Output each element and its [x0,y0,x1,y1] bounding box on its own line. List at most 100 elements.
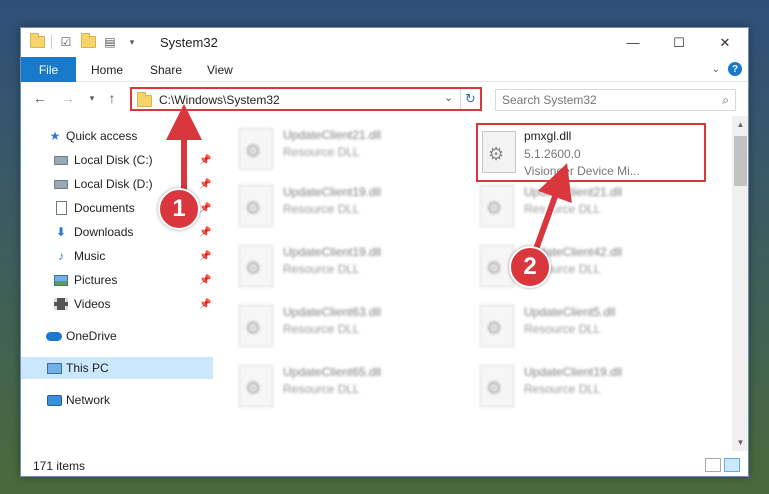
status-bar: 171 items [21,454,748,476]
sidebar-item-quick-access[interactable]: ★ Quick access [21,125,213,147]
chevron-down-icon[interactable]: ▾ [124,34,140,50]
forward-arrow-icon[interactable]: → [59,89,77,107]
list-item[interactable]: ⚙ UpdateClient21.dll Resource DLL [480,183,710,233]
vertical-scrollbar[interactable]: ▲ ▼ [732,116,748,451]
sidebar-item-local-disk-c[interactable]: Local Disk (C:) 📌 [21,149,213,171]
sidebar-item-label: OneDrive [66,329,117,343]
file-name: pmxgl.dll [524,129,572,143]
address-path[interactable]: C:\Windows\System32 [159,93,280,107]
selected-file-item[interactable]: ⚙ pmxgl.dll 5.1.2600.0 Visioneer Device … [476,123,706,182]
list-item[interactable]: ⚙ UpdateClient5.dll Resource DLL [480,303,710,353]
file-version: 5.1.2600.0 [524,147,581,161]
sidebar-item-network[interactable]: Network [21,389,213,411]
back-arrow-icon[interactable]: ← [31,89,49,107]
scroll-down-icon[interactable]: ▼ [732,434,748,451]
list-item[interactable]: ⚙ UpdateClient19.dll Resource DLL [480,363,710,413]
tiles-view-icon[interactable] [724,458,740,472]
sidebar-item-label: Music [74,249,106,263]
dll-file-icon: ⚙ [239,128,273,170]
title-bar: ☑ ▤ ▾ System32 — ☐ ✕ [21,28,748,57]
star-icon: ★ [49,129,61,143]
list-item[interactable]: ⚙ UpdateClient19.dll Resource DLL [239,243,469,293]
search-box[interactable]: ⌕ [495,89,736,111]
recent-locations-icon[interactable]: ▾ [83,89,101,107]
pin-icon[interactable]: 📌 [199,299,211,310]
sidebar-item-label: Local Disk (D:) [74,177,153,191]
sidebar-item-videos[interactable]: Videos 📌 [21,293,213,315]
pin-icon[interactable]: 📌 [199,275,211,286]
file-name: UpdateClient19.dll [524,365,623,379]
pictures-icon [53,272,69,288]
file-name: UpdateClient63.dll [283,305,382,319]
properties-icon[interactable]: ☑ [58,34,74,50]
file-name: UpdateClient21.dll [283,128,382,142]
drive-icon [53,152,69,168]
sidebar-item-pictures[interactable]: Pictures 📌 [21,269,213,291]
file-type: Resource DLL [524,382,601,396]
list-item[interactable]: ⚙ UpdateClient63.dll Resource DLL [239,303,469,353]
pin-icon[interactable]: 📌 [199,155,211,166]
details-view-icon[interactable] [705,458,721,472]
tab-file[interactable]: File [21,57,76,82]
list-item[interactable]: ⚙ UpdateClient65.dll Resource DLL [239,363,469,413]
sidebar-item-label: Network [66,393,111,407]
search-icon[interactable]: ⌕ [722,93,729,108]
pin-icon[interactable]: 📌 [199,227,211,238]
refresh-icon[interactable]: ↻ [460,89,480,109]
drive-icon [53,176,69,192]
chevron-down-icon[interactable]: ⌄ [444,91,453,104]
videos-icon [53,296,69,312]
window-title: System32 [160,35,218,50]
dll-file-icon: ⚙ [239,245,273,287]
navigation-pane: ★ Quick access Local Disk (C:) 📌 Local D… [21,123,213,453]
close-button[interactable]: ✕ [702,28,748,57]
ribbon-right-controls: ⌄ ? [712,62,742,76]
pin-icon[interactable]: 📌 [199,179,211,190]
tab-view[interactable]: View [207,57,233,82]
step-1-badge: 1 [158,188,200,230]
sidebar-item-label: This PC [66,361,109,375]
new-folder-icon[interactable] [80,33,96,50]
sidebar-item-label: Quick access [66,129,138,143]
sidebar-item-music[interactable]: ♪ Music 📌 [21,245,213,267]
customize-qat-icon[interactable]: ▤ [102,34,118,50]
folder-icon [29,33,45,50]
address-bar[interactable]: C:\Windows\System32 ⌄ ↻ [130,87,482,111]
music-icon: ♪ [58,249,64,263]
dll-file-icon: ⚙ [239,365,273,407]
expand-ribbon-icon[interactable]: ⌄ [712,64,720,75]
view-switcher [705,458,740,472]
help-icon[interactable]: ? [728,62,742,76]
step-2-badge: 2 [509,246,551,288]
tab-share[interactable]: Share [150,57,182,82]
sidebar-item-onedrive[interactable]: OneDrive [21,325,213,347]
file-type: Resource DLL [524,202,601,216]
dll-file-icon: ⚙ [480,305,514,347]
pin-icon[interactable]: 📌 [199,251,211,262]
file-name: UpdateClient19.dll [283,245,382,259]
dll-file-icon: ⚙ [480,185,514,227]
search-input[interactable] [502,93,702,107]
scrollbar-thumb[interactable] [734,136,747,186]
item-count: 171 items [33,459,86,473]
onedrive-icon [46,328,62,344]
file-explorer-window: ☑ ▤ ▾ System32 — ☐ ✕ File Home Share Vie… [20,27,749,477]
file-name: UpdateClient19.dll [283,185,382,199]
list-item[interactable]: ⚙ UpdateClient21.dll Resource DLL [239,126,469,176]
up-arrow-icon[interactable]: ↑ [103,89,121,107]
minimize-button[interactable]: — [610,28,656,57]
sidebar-item-label: Videos [74,297,111,311]
pin-icon[interactable]: 📌 [199,203,211,214]
scroll-up-icon[interactable]: ▲ [732,116,748,133]
sidebar-item-label: Downloads [74,225,134,239]
list-item[interactable]: ⚙ UpdateClient19.dll Resource DLL [239,183,469,233]
dll-file-icon: ⚙ [239,305,273,347]
dll-file-icon: ⚙ [239,185,273,227]
file-type: Resource DLL [283,202,360,216]
file-type: Resource DLL [283,145,360,159]
file-list: ⚙ UpdateClient21.dll Resource DLL ⚙ pmxg… [226,123,731,448]
maximize-button[interactable]: ☐ [656,28,702,57]
sidebar-item-label: Documents [74,201,135,215]
tab-home[interactable]: Home [91,57,123,82]
sidebar-item-this-pc[interactable]: This PC [21,357,213,379]
